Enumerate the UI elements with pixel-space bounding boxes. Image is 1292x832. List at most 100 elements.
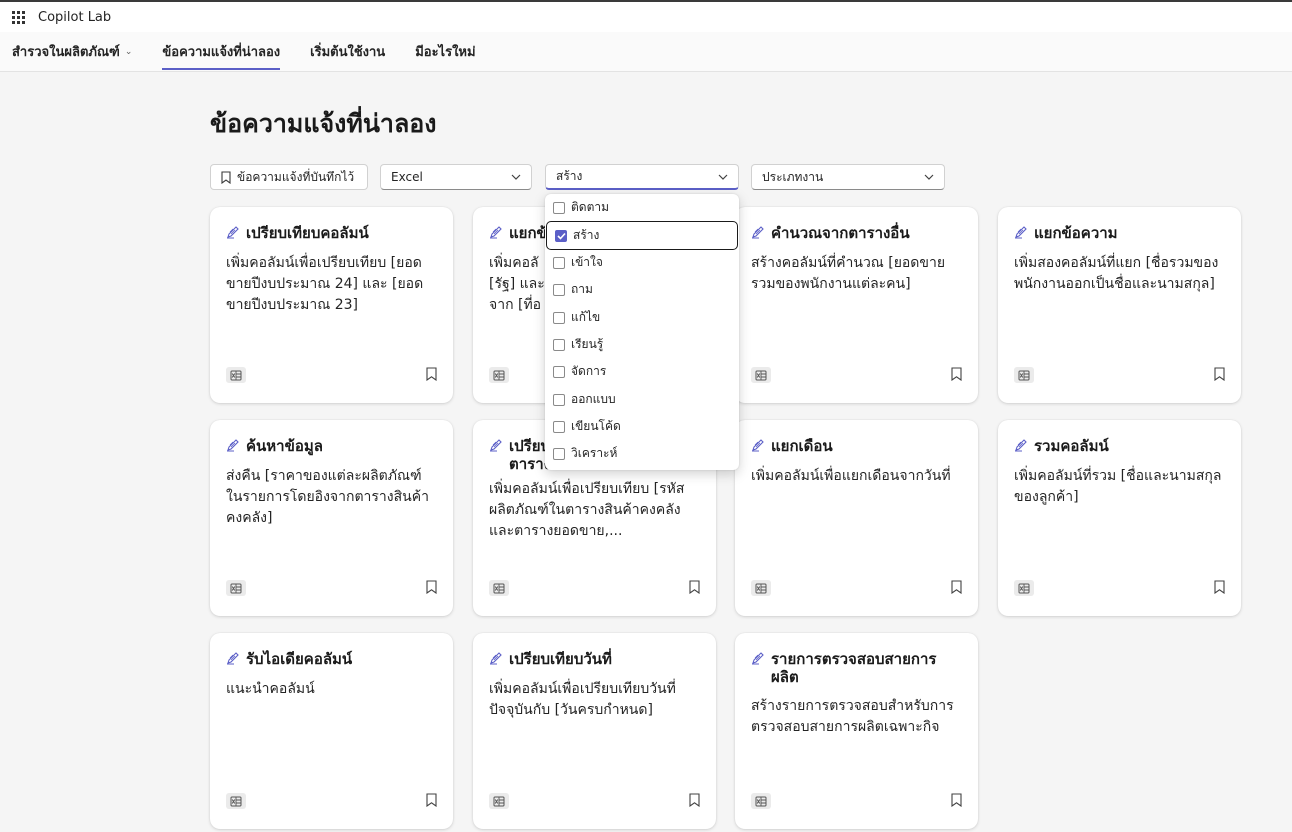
checkbox[interactable]	[555, 229, 567, 242]
checkbox[interactable]	[553, 393, 565, 406]
option-label: แก้ไข	[571, 310, 601, 324]
prompt-pen-icon	[1014, 225, 1029, 243]
card-description: เพิ่มคอลั [รัฐ] และ จาก [ที่อ	[489, 255, 545, 313]
action-filter-value: สร้าง	[556, 169, 583, 183]
excel-icon	[751, 793, 771, 809]
menu-option-edit[interactable]: แก้ไข	[545, 304, 739, 331]
bookmark-icon[interactable]	[689, 579, 700, 598]
task-type-filter-dropdown[interactable]: ประเภทงาน	[751, 164, 945, 190]
top-bar: Copilot Lab	[0, 0, 1292, 32]
prompt-pen-icon	[751, 438, 766, 456]
prompt-pen-icon	[489, 651, 504, 669]
card-title: รายการตรวจสอบสายการผลิต	[751, 650, 962, 686]
prompt-card[interactable]: เปรียบเทียบคอลัมน์ เพิ่มคอลัมน์เพื่อเปรี…	[210, 207, 453, 403]
excel-icon	[489, 367, 509, 383]
option-label: เขียนโค้ด	[571, 419, 621, 433]
card-description: เพิ่มคอลัมน์ที่รวม [ชื่อและนามสกุลของลูก…	[1014, 468, 1222, 505]
checkbox[interactable]	[553, 311, 565, 324]
nav-get-started[interactable]: เริ่มต้นใช้งาน	[310, 32, 385, 72]
card-title: เปรียบเทียบวันที่	[489, 650, 700, 669]
prompt-card[interactable]: รับไอเดียคอลัมน์ แนะนำคอลัมน์	[210, 633, 453, 829]
excel-icon	[489, 793, 509, 809]
prompt-pen-icon	[489, 225, 504, 243]
prompt-card[interactable]: แยกเดือน เพิ่มคอลัมน์เพื่อแยกเดือนจากวัน…	[735, 420, 978, 616]
app-title: Copilot Lab	[38, 9, 112, 25]
checkbox[interactable]	[553, 420, 565, 433]
nav-explore[interactable]: สำรวจในผลิตภัณฑ์ ⌄	[12, 32, 132, 72]
card-title-text: รวมคอลัมน์	[1034, 437, 1109, 455]
checkbox[interactable]	[553, 365, 565, 378]
nav-prompts[interactable]: ข้อความแจ้งที่น่าลอง	[162, 32, 280, 72]
excel-icon	[226, 793, 246, 809]
action-filter-dropdown[interactable]: สร้าง	[545, 164, 739, 190]
excel-icon	[1014, 367, 1034, 383]
prompt-card[interactable]: ค้นหาข้อมูล ส่งคืน [ราคาของแต่ละผลิตภัณฑ…	[210, 420, 453, 616]
prompt-card[interactable]: เปรียบเทียบวันที่ เพิ่มคอลัมน์เพื่อเปรีย…	[473, 633, 716, 829]
option-label: ติดตาม	[571, 200, 610, 214]
menu-option-analyze[interactable]: วิเคราะห์	[545, 440, 739, 467]
checkbox[interactable]	[553, 338, 565, 351]
option-label: เข้าใจ	[571, 255, 603, 269]
menu-option-code[interactable]: เขียนโค้ด	[545, 413, 739, 440]
excel-icon	[751, 580, 771, 596]
card-description: ส่งคืน [ราคาของแต่ละผลิตภัณฑ์ในรายการโดย…	[226, 468, 429, 526]
bookmark-icon[interactable]	[1214, 366, 1225, 385]
card-title: เปรียบ ตาราง	[489, 437, 551, 473]
menu-option-manage[interactable]: จัดการ	[545, 358, 739, 385]
saved-prompts-label: ข้อความแจ้งที่บันทึกไว้	[237, 169, 355, 184]
nav-prompts-label: ข้อความแจ้งที่น่าลอง	[162, 45, 281, 60]
card-title: เปรียบเทียบคอลัมน์	[226, 224, 437, 243]
menu-option-learn[interactable]: เรียนรู้	[545, 331, 739, 358]
bookmark-icon[interactable]	[689, 792, 700, 811]
app-filter-dropdown[interactable]: Excel	[380, 164, 532, 190]
app-launcher-icon[interactable]	[6, 5, 30, 29]
menu-option-create[interactable]: สร้าง	[546, 221, 738, 250]
card-title-text: แยกเดือน	[771, 437, 833, 455]
bookmark-icon[interactable]	[426, 366, 437, 385]
card-title: รวมคอลัมน์	[1014, 437, 1225, 456]
card-title-text: คำนวณจากตารางอื่น	[771, 224, 910, 242]
prompt-card[interactable]: รวมคอลัมน์ เพิ่มคอลัมน์ที่รวม [ชื่อและนา…	[998, 420, 1241, 616]
card-title-text: เปรียบเทียบวันที่	[509, 650, 612, 668]
nav-whats-new[interactable]: มีอะไรใหม่	[415, 32, 475, 72]
card-title-text: รายการตรวจสอบสายการผลิต	[771, 650, 937, 686]
checkbox[interactable]	[553, 447, 565, 460]
excel-icon	[489, 580, 509, 596]
app-filter-value: Excel	[391, 170, 423, 184]
card-title-text: รับไอเดียคอลัมน์	[246, 650, 353, 668]
card-description: เพิ่มสองคอลัมน์ที่แยก [ชื่อรวมของพนักงาน…	[1014, 255, 1219, 292]
option-label: วิเคราะห์	[571, 446, 618, 460]
card-title: รับไอเดียคอลัมน์	[226, 650, 437, 669]
card-title: แยกข้อความ	[1014, 224, 1225, 243]
nav-bar: สำรวจในผลิตภัณฑ์ ⌄ ข้อความแจ้งที่น่าลอง …	[0, 32, 1292, 72]
chevron-down-icon: ⌄	[124, 46, 133, 57]
menu-option-understand[interactable]: เข้าใจ	[545, 249, 739, 276]
card-description: เพิ่มคอลัมน์เพื่อแยกเดือนจากวันที่	[751, 468, 951, 484]
chevron-down-icon	[718, 174, 728, 180]
prompt-pen-icon	[751, 225, 766, 243]
bookmark-icon[interactable]	[426, 579, 437, 598]
card-title-text: เปรียบเทียบคอลัมน์	[246, 224, 369, 242]
option-label: ถาม	[571, 282, 593, 296]
bookmark-icon[interactable]	[426, 792, 437, 811]
bookmark-icon[interactable]	[951, 366, 962, 385]
prompt-card[interactable]: รายการตรวจสอบสายการผลิต สร้างรายการตรวจส…	[735, 633, 978, 829]
bookmark-icon[interactable]	[951, 792, 962, 811]
prompt-pen-icon	[226, 225, 241, 243]
checkbox[interactable]	[553, 283, 565, 296]
excel-icon	[226, 580, 246, 596]
bookmark-icon[interactable]	[951, 579, 962, 598]
task-type-filter-value: ประเภทงาน	[762, 169, 824, 184]
menu-option-follow[interactable]: ติดตาม	[545, 194, 739, 221]
prompt-card[interactable]: คำนวณจากตารางอื่น สร้างคอลัมน์ที่คำนวณ […	[735, 207, 978, 403]
menu-option-ask[interactable]: ถาม	[545, 276, 739, 303]
card-description: สร้างคอลัมน์ที่คำนวณ [ยอดขายรวมของพนักงา…	[751, 255, 946, 292]
prompt-card[interactable]: แยกข้อความ เพิ่มสองคอลัมน์ที่แยก [ชื่อรว…	[998, 207, 1241, 403]
checkbox[interactable]	[553, 256, 565, 269]
saved-prompts-button[interactable]: ข้อความแจ้งที่บันทึกไว้	[210, 164, 368, 190]
checkbox[interactable]	[553, 201, 565, 214]
prompt-pen-icon	[226, 438, 241, 456]
menu-option-design[interactable]: ออกแบบ	[545, 386, 739, 413]
bookmark-icon[interactable]	[1214, 579, 1225, 598]
card-title-text: แยกข้อความ	[1034, 224, 1118, 242]
